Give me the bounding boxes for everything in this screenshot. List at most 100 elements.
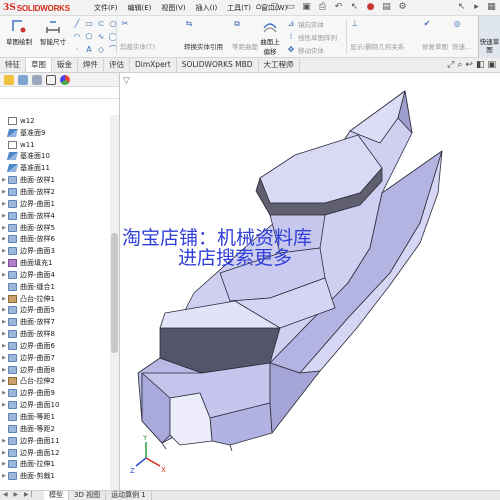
property-manager-icon[interactable] [18,75,28,85]
repair-sketch-label[interactable]: 修复草图 [422,41,448,51]
graphics-area[interactable]: ▽ X Y Z 淘宝店铺：机械资料库 进店搜索更多 [120,73,500,490]
display-relations-label[interactable]: 显示/删除几何关系 [350,41,404,51]
tab-evaluate[interactable]: 评估 [104,58,130,72]
tree-item[interactable]: ▶ 边界-曲面8 [0,364,111,376]
tree-item[interactable]: ▶ 曲面-放样5 [0,222,111,234]
feature-manager-icon[interactable] [4,75,14,85]
relations-icon[interactable]: ⊥ [350,19,360,29]
tab-motion-study[interactable]: 运动算例 1 [106,491,152,500]
expand-arrow-icon[interactable]: ▶ [0,319,8,325]
tab-weldments[interactable]: 焊件 [78,58,104,72]
tab-navigation[interactable]: ◀ ▶ ▶| [3,491,35,498]
expand-arrow-icon[interactable]: ▶ [0,343,8,349]
tab-mbd[interactable]: SOLIDWORKS MBD [177,58,259,72]
convert-entities-label[interactable]: 转换实体引用 [184,41,223,51]
expand-arrow-icon[interactable]: ▶ [0,272,8,278]
expand-arrow-icon[interactable]: ▶ [0,378,8,384]
expand-arrow-icon[interactable]: ▶ [0,225,8,231]
polygon-icon[interactable]: ⬠ [84,32,94,42]
tree-item[interactable]: ▶ 边界-曲面4 [0,269,111,281]
plane-icon[interactable]: ◇ [96,45,106,55]
view-orientation-icon[interactable]: ▣ [487,60,496,70]
expand-arrow-icon[interactable]: ▶ [0,177,8,183]
expand-arrow-icon[interactable]: ▶ [0,367,8,373]
tree-item[interactable]: w11 [0,139,111,151]
boat-model[interactable]: X Y Z [120,73,500,490]
tree-item[interactable]: ▶ 曲面-放样8 [0,328,111,340]
linear-pattern-label[interactable]: 线性草图阵列 [298,32,337,42]
offset-entities-icon[interactable]: ⧉ [232,19,242,29]
tree-item[interactable]: ▶ 曲面-剪裁1 [0,470,111,482]
print-icon[interactable]: ⎙ [316,1,329,14]
tree-item[interactable]: ▶ 边界-曲面3 [0,245,111,257]
sketch-draw-button[interactable]: 草图绘制 [2,18,36,56]
line-icon[interactable]: ╱ [72,19,82,29]
expand-arrow-icon[interactable]: ▶ [0,390,8,396]
tree-item[interactable]: ▶ 边界-曲面7 [0,352,111,364]
expand-arrow-icon[interactable]: ▶ [0,331,8,337]
expand-arrow-icon[interactable]: ▶ [0,236,8,242]
grid-icon[interactable]: ▦ [485,1,498,14]
expand-arrow-icon[interactable]: ▶ [0,296,8,302]
tree-item[interactable]: ▶ 凸台-拉伸2 [0,376,111,388]
tab-3d-view[interactable]: 3D 视图 [69,491,107,500]
tree-item[interactable]: ▶ 曲面-放样1 [0,174,111,186]
expand-arrow-icon[interactable]: ▶ [0,473,8,479]
expand-arrow-icon[interactable]: ▶ [0,438,8,444]
tree-item[interactable]: ▶ 曲面-放样4 [0,210,111,222]
tree-scrollbar[interactable] [110,115,119,490]
tree-item[interactable]: ▶ 边界-曲面11 [0,435,111,447]
tab-sheet-metal[interactable]: 钣金 [52,58,78,72]
smart-dimension-button[interactable]: 智能尺寸 [36,18,70,56]
menu-file[interactable]: 文件(F) [90,3,122,13]
menu-view[interactable]: 视图(V) [157,3,189,13]
rebuild-icon[interactable]: ● [364,1,377,14]
dimxpert-manager-icon[interactable] [46,75,56,85]
move-entities-label[interactable]: 移动实体 [298,45,324,55]
quick-sketch-button[interactable]: 快速草图 [478,16,500,58]
tree-scroll-thumb[interactable] [111,233,118,353]
tree-item[interactable]: 曲面-缝合1 [0,281,111,293]
convert-entities-icon[interactable]: ⇆ [184,19,194,29]
solidworks-logo[interactable]: 3S SOLIDWORKS [3,1,70,15]
save-icon[interactable]: ▣ [300,1,313,14]
expand-arrow-icon[interactable]: ▶ [0,260,8,266]
move-entities-icon[interactable]: ✥ [286,45,296,55]
zoom-area-icon[interactable]: ⌕ [457,60,462,70]
expand-arrow-icon[interactable]: ▶ [0,201,8,207]
tree-item[interactable]: ▶ 曲面-放样7 [0,316,111,328]
tab-engineer[interactable]: 大工程师 [259,58,300,72]
tree-item[interactable]: ▶ 曲面-放样6 [0,233,111,245]
tree-item[interactable]: ▶ 边界-曲面10 [0,399,111,411]
menu-insert[interactable]: 插入(I) [192,3,222,13]
mirror-entities-label[interactable]: 镜向实体 [298,19,324,29]
rectangle-icon[interactable]: ▭ [84,19,94,29]
tree-item[interactable]: ▶ 边界-曲面12 [0,447,111,459]
spline-icon[interactable]: ∿ [96,32,106,42]
tree-item[interactable]: ▶ 边界-曲面6 [0,340,111,352]
tree-item[interactable]: ▶ 边界-曲面1 [0,198,111,210]
tab-model[interactable]: 模型 [44,491,69,500]
expand-arrow-icon[interactable]: ▶ [0,189,8,195]
expand-icon[interactable]: ▸ [470,1,483,14]
menu-tools[interactable]: 工具(T) [223,3,255,13]
expand-arrow-icon[interactable]: ▶ [0,461,8,467]
open-icon[interactable]: ▭ [284,1,297,14]
expand-arrow-icon[interactable]: ▶ [0,450,8,456]
undo-icon[interactable]: ↶ [332,1,345,14]
select-icon[interactable]: ↖ [348,1,361,14]
options-icon[interactable]: ⚙ [396,1,409,14]
tab-sketch[interactable]: 草图 [26,58,52,72]
tree-item[interactable]: w12 [0,115,111,127]
tree-item[interactable]: 基准面9 [0,127,111,139]
trim-entities-label[interactable]: 剪裁实体(T) [120,41,155,51]
tree-item[interactable]: 曲面-等距2 [0,423,111,435]
expand-arrow-icon[interactable]: ▶ [0,307,8,313]
menu-edit[interactable]: 编辑(E) [124,3,156,13]
previous-view-icon[interactable]: ↩ [465,60,473,70]
display-manager-icon[interactable] [60,75,70,85]
tree-filter[interactable] [0,87,119,99]
section-view-icon[interactable]: ◧ [476,60,485,70]
tab-dimxpert[interactable]: DimXpert [130,58,177,72]
tab-features[interactable]: 特征 [0,58,26,72]
